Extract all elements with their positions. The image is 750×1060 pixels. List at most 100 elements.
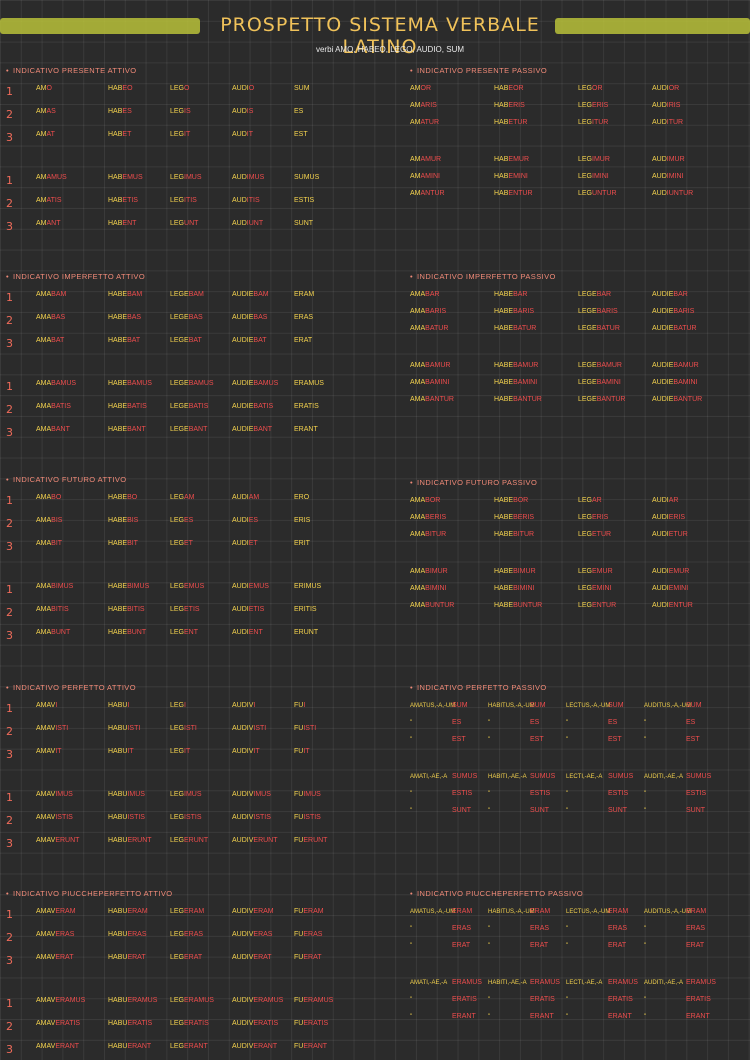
verb-form: AMAVERAS bbox=[36, 931, 108, 944]
verb-stem: AUDIE bbox=[652, 396, 674, 403]
participle-form: " bbox=[488, 926, 491, 932]
verb-form: SUM bbox=[294, 85, 344, 98]
verb-form: HABEBO bbox=[108, 494, 170, 507]
verb-form: ERAT bbox=[294, 337, 344, 350]
verb-ending: BATUR bbox=[425, 325, 449, 332]
verb-ending: BOR bbox=[513, 497, 529, 504]
verb-ending: ERAM bbox=[184, 908, 205, 915]
participle-form: " bbox=[488, 997, 491, 1003]
verb-form: ERANT bbox=[530, 1013, 566, 1020]
row-spacer bbox=[578, 548, 652, 558]
verb-ending: AR bbox=[668, 497, 679, 504]
verb-form: LEGUNT bbox=[170, 220, 232, 233]
verb-stem: HABU bbox=[108, 954, 128, 961]
verb-form: AMAS bbox=[36, 108, 108, 121]
verb-form: LEGO bbox=[170, 85, 232, 98]
verb-ending: BITIS bbox=[127, 606, 145, 613]
verb-stem: AUD bbox=[232, 197, 247, 204]
verb-form: " bbox=[488, 1013, 530, 1020]
verb-ending: ERAT bbox=[184, 954, 203, 961]
verb-ending: ARIS bbox=[420, 102, 437, 109]
verb-form: AMAMINI bbox=[410, 173, 494, 180]
verb-ending: BATIS bbox=[127, 403, 147, 410]
participle-form: " bbox=[644, 808, 647, 814]
verb-form: LEGERAMUS bbox=[170, 997, 232, 1010]
verb-form: " bbox=[644, 942, 686, 949]
auxiliary-form: ERAT bbox=[686, 942, 705, 949]
verb-form: AUDIEBATUR bbox=[652, 325, 732, 332]
participle-form: " bbox=[410, 737, 413, 743]
verb-form: LEGAM bbox=[170, 494, 232, 507]
verb-stem: HAB bbox=[108, 197, 123, 204]
conjugation-grid: AMATUS,-A,-UM SUM HABITUS,-A,-UM SUM LECTUS,… bbox=[410, 702, 712, 814]
verb-ending: ERANT bbox=[127, 1043, 152, 1050]
verb-ending: AR bbox=[592, 497, 602, 504]
verb-stem: LEG bbox=[170, 174, 185, 181]
auxiliary-form: ESTIS bbox=[452, 790, 473, 797]
verb-stem: LEG bbox=[170, 540, 185, 547]
verb-form: LEGEBANTUR bbox=[578, 396, 652, 403]
right-conjugation-section: • INDICATIVO PERFETTO PASSIVO AMATUS,-A,-U… bbox=[410, 683, 712, 814]
verb-ending: ENTUR bbox=[508, 190, 533, 197]
row-spacer bbox=[686, 753, 712, 763]
verb-form: " bbox=[644, 807, 686, 814]
verb-form: ES bbox=[608, 719, 644, 726]
auxiliary-form: ERATIS bbox=[530, 996, 555, 1003]
verb-stem: ERUNT bbox=[294, 629, 319, 636]
verb-stem: LEG bbox=[170, 997, 185, 1004]
auxiliary-form: SUMUS bbox=[530, 773, 556, 780]
verb-form: LEGERAT bbox=[170, 954, 232, 967]
verb-stem: AUD bbox=[652, 173, 667, 180]
verb-stem: HABE bbox=[108, 540, 128, 547]
participle-form: " bbox=[566, 720, 569, 726]
verb-form: HABUERANT bbox=[108, 1043, 170, 1056]
verb-ending: ISTI bbox=[303, 725, 317, 732]
verb-ending: BAR bbox=[673, 291, 688, 298]
verb-form: LEGEBAT bbox=[170, 337, 232, 350]
verb-stem: LEG bbox=[578, 585, 593, 592]
verb-form: " bbox=[410, 925, 452, 932]
participle-form: LECTI,-AE,-A bbox=[566, 980, 603, 986]
verb-form: AUDIMUR bbox=[652, 156, 732, 163]
verb-ending: BIMINI bbox=[425, 585, 447, 592]
verb-stem: AUDIV bbox=[232, 725, 254, 732]
verb-stem: AUDI bbox=[652, 568, 669, 575]
verb-form: " bbox=[644, 790, 686, 797]
verb-form: " bbox=[644, 719, 686, 726]
verb-stem: ERANT bbox=[294, 426, 318, 433]
verb-stem: LEGE bbox=[578, 379, 597, 386]
verb-form: " bbox=[566, 996, 608, 1003]
verb-form: ERUNT bbox=[294, 629, 344, 642]
verb-ending: ATIS bbox=[46, 197, 62, 204]
verb-ending: ISTIS bbox=[184, 814, 202, 821]
row-spacer bbox=[294, 154, 344, 164]
verb-form: FUIT bbox=[294, 748, 344, 761]
right-conjugation-section: • INDICATIVO IMPERFETTO PASSIVO AMABAR HABE… bbox=[410, 272, 732, 403]
person-number: 2 bbox=[6, 108, 13, 121]
participle-form: " bbox=[488, 943, 491, 949]
verb-form: " bbox=[566, 719, 608, 726]
row-spacer bbox=[108, 771, 170, 781]
verb-ending: BANT bbox=[127, 426, 146, 433]
verb-form: " bbox=[410, 807, 452, 814]
verb-ending: ERAS bbox=[303, 931, 323, 938]
verb-stem: LEG bbox=[170, 791, 185, 798]
auxiliary-form: SUMUS bbox=[452, 773, 478, 780]
verb-stem: HABE bbox=[494, 291, 514, 298]
verb-ending: ANTUR bbox=[420, 190, 445, 197]
section-title-text: INDICATIVO PRESENTE ATTIVO bbox=[13, 66, 137, 75]
verb-form: AMABIT bbox=[36, 540, 108, 553]
verb-form: LEGERIS bbox=[578, 102, 652, 109]
verb-form: SUNT bbox=[608, 807, 644, 814]
verb-stem: AMA bbox=[36, 426, 52, 433]
verb-form: LEGEMUS bbox=[170, 583, 232, 596]
verb-form: " bbox=[410, 719, 452, 726]
verb-form: LEGUNTUR bbox=[578, 190, 652, 197]
row-spacer bbox=[578, 342, 652, 352]
auxiliary-form: ERANT bbox=[530, 1013, 554, 1020]
verb-ending: BAMUS bbox=[51, 380, 77, 387]
verb-form: AMABAS bbox=[36, 314, 108, 327]
verb-ending: BUNTUR bbox=[513, 602, 543, 609]
verb-stem: AUDI bbox=[232, 629, 249, 636]
verb-ending: IT bbox=[253, 748, 260, 755]
